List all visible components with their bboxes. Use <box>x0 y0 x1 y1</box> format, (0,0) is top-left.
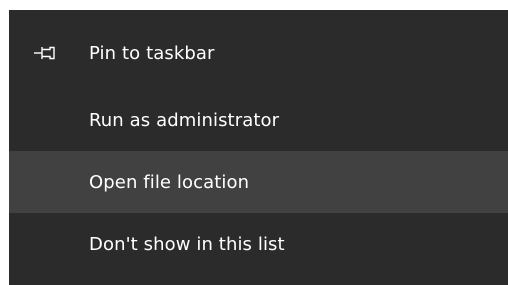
icon-slot <box>9 89 89 151</box>
menu-item-label: Pin to taskbar <box>89 42 215 64</box>
dont-show-in-list-menu-item[interactable]: Don't show in this list <box>9 213 508 275</box>
menu-item-label: Run as administrator <box>89 109 280 131</box>
icon-slot <box>9 151 89 213</box>
run-as-administrator-menu-item[interactable]: Run as administrator <box>9 89 508 151</box>
menu-item-label: Open file location <box>89 171 250 193</box>
menu-item-label: Don't show in this list <box>89 233 285 255</box>
open-file-location-menu-item[interactable]: Open file location <box>9 151 508 213</box>
icon-slot <box>9 22 89 84</box>
icon-slot <box>9 213 89 275</box>
pin-to-taskbar-menu-item[interactable]: Pin to taskbar <box>9 22 508 84</box>
context-menu: Pin to taskbar Run as administrator Open… <box>9 10 508 285</box>
pin-icon <box>34 46 55 60</box>
